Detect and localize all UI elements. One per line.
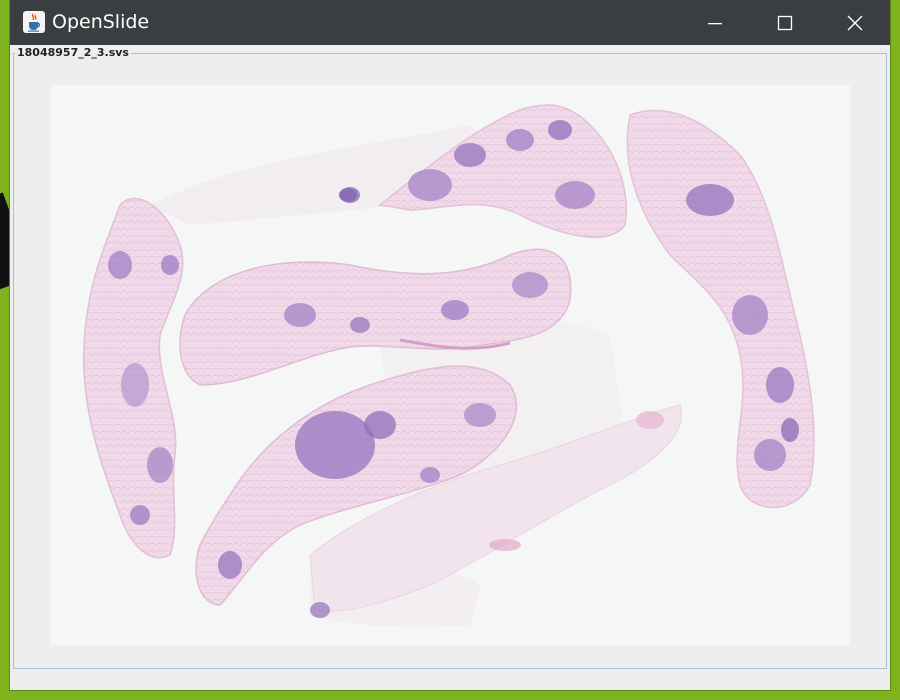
desktop-background: OpenSlide 18048957_2_3.svs — [0, 0, 900, 700]
close-icon — [847, 15, 863, 30]
maximize-icon — [777, 15, 793, 30]
window-titlebar[interactable]: OpenSlide — [10, 0, 890, 45]
window-title: OpenSlide — [52, 11, 150, 33]
java-cup-icon — [23, 11, 45, 33]
minimize-button[interactable] — [680, 0, 750, 45]
slide-image-viewport[interactable] — [50, 85, 850, 645]
maximize-button[interactable] — [750, 0, 820, 45]
close-button[interactable] — [820, 0, 890, 45]
tissue-slide-image — [82, 104, 815, 627]
openslide-window: OpenSlide 18048957_2_3.svs — [10, 0, 890, 690]
minimize-icon — [708, 22, 722, 24]
file-name-label: 18048957_2_3.svs — [15, 46, 131, 60]
